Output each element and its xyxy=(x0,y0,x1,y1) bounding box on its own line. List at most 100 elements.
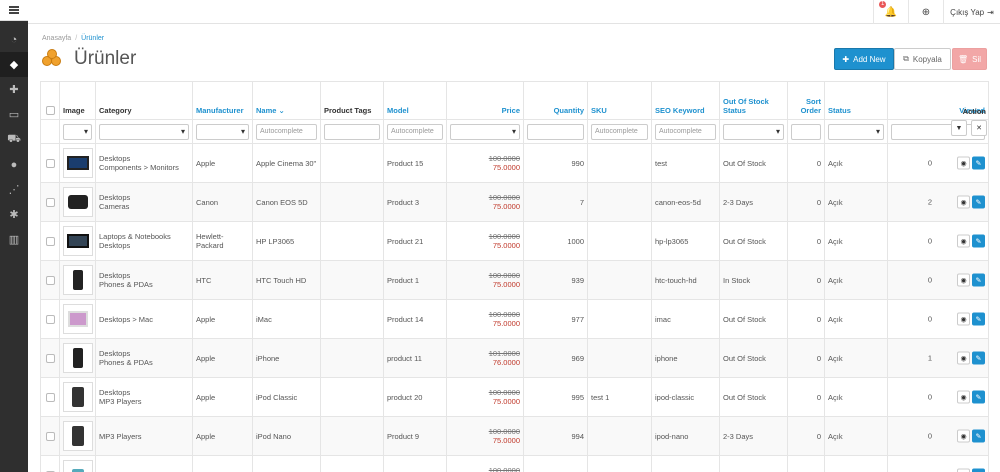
row-model: Product 1 xyxy=(383,260,447,300)
view-eye-icon[interactable]: ◉ xyxy=(957,234,970,248)
filter-quantity-input[interactable] xyxy=(527,123,584,140)
breadcrumb-current[interactable]: Ürünler xyxy=(81,35,104,42)
edit-pencil-icon[interactable]: ✎ xyxy=(972,312,985,326)
row-viewed-action: 0 ◉✎ xyxy=(887,377,989,417)
view-eye-icon[interactable]: ◉ xyxy=(957,156,970,170)
language-button[interactable]: ⊕ xyxy=(908,0,943,24)
edit-pencil-icon[interactable]: ✎ xyxy=(972,351,985,365)
row-checkbox[interactable] xyxy=(45,236,55,246)
row-checkbox[interactable] xyxy=(45,197,55,207)
filter-funnel-icon[interactable]: ▼ xyxy=(951,120,967,136)
row-sort: 0 xyxy=(787,455,825,472)
row-model: Product 21 xyxy=(383,221,447,261)
edit-pencil-icon[interactable]: ✎ xyxy=(972,156,985,170)
edit-pencil-icon[interactable]: ✎ xyxy=(972,429,985,443)
trash-icon: 🗑 xyxy=(957,54,969,64)
col-manufacturer[interactable]: Manufacturer xyxy=(192,81,253,120)
edit-pencil-icon[interactable]: ✎ xyxy=(972,468,985,472)
filter-seo-input[interactable]: Autocomplete xyxy=(655,123,716,140)
price-special: 75.0000 xyxy=(492,280,520,289)
col-seo[interactable]: SEO Keyword xyxy=(651,81,720,120)
table-row: Laptops & Notebooks Desktops Hewlett-Pac… xyxy=(40,221,989,261)
dashboard-icon[interactable]: ◔ xyxy=(0,27,28,52)
select-all-checkbox[interactable] xyxy=(45,106,55,115)
filter-price-select[interactable] xyxy=(450,123,520,140)
price-special: 75.0000 xyxy=(492,436,520,445)
view-eye-icon[interactable]: ◉ xyxy=(957,429,970,443)
sales-cart-icon[interactable]: ⛟ xyxy=(0,127,28,152)
row-actions: ◉✎ xyxy=(955,273,985,287)
row-name: iPod Shuffle xyxy=(252,455,321,472)
row-checkbox[interactable] xyxy=(45,353,55,363)
filter-name-input[interactable]: Autocomplete xyxy=(256,123,317,140)
price-old: 100.0000 xyxy=(488,427,520,436)
row-checkbox[interactable] xyxy=(45,392,55,402)
filter-stock-select[interactable] xyxy=(723,123,784,140)
row-viewed: 2 xyxy=(927,197,932,207)
row-image-cell xyxy=(59,221,96,261)
view-eye-icon[interactable]: ◉ xyxy=(957,351,970,365)
row-checkbox[interactable] xyxy=(45,314,55,324)
row-tags xyxy=(320,299,384,339)
col-stock[interactable]: Out Of Stock Status xyxy=(719,81,788,120)
row-checkbox[interactable] xyxy=(45,158,55,168)
row-price: 100.000075.0000 xyxy=(446,182,524,222)
filter-tags-input[interactable] xyxy=(324,123,380,140)
filter-status-select[interactable] xyxy=(828,123,884,140)
filter-sku-input[interactable]: Autocomplete xyxy=(591,123,648,140)
delete-label: Sil xyxy=(972,54,982,64)
menu-toggle[interactable] xyxy=(0,0,28,21)
row-select-cell xyxy=(40,455,60,472)
col-name[interactable]: Name ⌄ xyxy=(252,81,321,120)
row-name: Canon EOS 5D xyxy=(252,182,321,222)
col-sort[interactable]: Sort Order xyxy=(787,81,825,120)
catalog-tag-icon[interactable]: ◆ xyxy=(0,52,28,77)
col-status[interactable]: Status xyxy=(824,81,888,120)
view-eye-icon[interactable]: ◉ xyxy=(957,312,970,326)
filter-sort-input[interactable] xyxy=(791,123,821,140)
row-manufacturer: Apple xyxy=(192,338,253,378)
price-old: 100.0000 xyxy=(488,388,520,397)
copy-button[interactable]: ⧉ Kopyala xyxy=(894,48,951,70)
row-sku xyxy=(587,455,652,472)
edit-pencil-icon[interactable]: ✎ xyxy=(972,390,985,404)
col-price[interactable]: Price xyxy=(446,81,524,120)
price-old: 100.0000 xyxy=(488,193,520,202)
clear-filter-icon[interactable]: ✕ xyxy=(971,120,987,136)
edit-pencil-icon[interactable]: ✎ xyxy=(972,273,985,287)
filter-manufacturer-select[interactable] xyxy=(196,123,249,140)
col-sku[interactable]: SKU xyxy=(587,81,652,120)
col-quantity[interactable]: Quantity xyxy=(523,81,588,120)
row-status: Açık xyxy=(824,338,888,378)
price-old: 100.0000 xyxy=(488,271,520,280)
row-checkbox[interactable] xyxy=(45,275,55,285)
logout-button[interactable]: Çıkış Yap ⇥ xyxy=(943,0,1000,24)
customers-user-icon[interactable]: ● xyxy=(0,152,28,177)
row-checkbox[interactable] xyxy=(45,431,55,441)
extensions-puzzle-icon[interactable]: ✚ xyxy=(0,77,28,102)
page-title: Ürünler xyxy=(74,48,137,69)
row-sku xyxy=(587,338,652,378)
design-monitor-icon[interactable]: ▭ xyxy=(0,102,28,127)
edit-pencil-icon[interactable]: ✎ xyxy=(972,195,985,209)
view-eye-icon[interactable]: ◉ xyxy=(957,273,970,287)
view-eye-icon[interactable]: ◉ xyxy=(957,468,970,472)
product-thumbnail xyxy=(63,148,93,178)
add-new-button[interactable]: ✚ Add New xyxy=(834,48,894,70)
view-eye-icon[interactable]: ◉ xyxy=(957,390,970,404)
filter-model-input[interactable]: Autocomplete xyxy=(387,123,443,140)
reports-chart-icon[interactable]: ▥ xyxy=(0,227,28,252)
filter-image-select[interactable] xyxy=(63,123,92,140)
marketing-share-icon[interactable]: ⋰ xyxy=(0,177,28,202)
col-model[interactable]: Model xyxy=(383,81,447,120)
filter-category-select[interactable] xyxy=(99,123,189,140)
delete-button[interactable]: 🗑 Sil xyxy=(952,48,987,70)
row-tags xyxy=(320,455,384,472)
row-sort: 0 xyxy=(787,260,825,300)
notifications-button[interactable]: 🔔 1 xyxy=(873,0,908,24)
page-header: Ürünler xyxy=(42,48,136,70)
breadcrumb-home[interactable]: Anasayfa xyxy=(42,35,71,42)
edit-pencil-icon[interactable]: ✎ xyxy=(972,234,985,248)
system-gear-icon[interactable]: ✱ xyxy=(0,202,28,227)
view-eye-icon[interactable]: ◉ xyxy=(957,195,970,209)
